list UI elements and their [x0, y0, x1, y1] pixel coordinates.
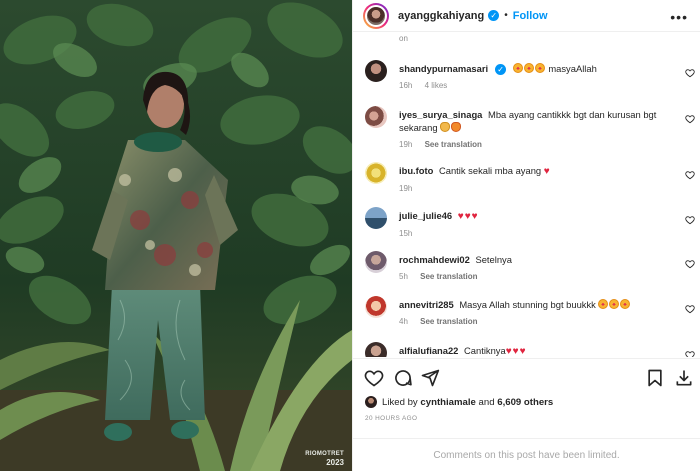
commenter-avatar[interactable]: [365, 162, 387, 184]
commenter-avatar[interactable]: [365, 296, 387, 318]
watermark-credit: RIOMOTRET: [305, 451, 344, 457]
star-struck-emoji-icon: [512, 63, 523, 73]
comments-list[interactable]: on shandypurnamasari ✓ masyaAllah 16h 4 l…: [353, 32, 700, 357]
red-heart-emoji-icon: ♥: [471, 211, 478, 222]
like-comment-heart-icon[interactable]: [685, 114, 695, 124]
comment-text: Cantik sekali mba ayang: [438, 165, 542, 176]
commenter-username[interactable]: alfialufiana22: [399, 345, 458, 356]
red-heart-emoji-icon: ♥: [543, 166, 550, 177]
photo-watermark: RIOMOTRET 2023: [305, 451, 344, 467]
truncated-comment-fragment: on: [399, 34, 408, 43]
header-separator: •: [504, 10, 508, 21]
like-comment-heart-icon[interactable]: [685, 304, 695, 314]
commenter-avatar[interactable]: [365, 342, 387, 357]
liked-by-row: Liked by cynthiamale and 6,609 others: [365, 396, 553, 408]
like-comment-heart-icon[interactable]: [685, 170, 695, 180]
comment-time: 4h: [399, 317, 408, 326]
liked-by-prefix: Liked by: [382, 396, 418, 408]
liked-by-others[interactable]: 6,609 others: [497, 397, 553, 408]
star-struck-emoji-icon: [523, 63, 534, 73]
liker-avatar[interactable]: [365, 396, 377, 408]
heart-icon[interactable]: [364, 368, 384, 388]
comment-text: Cantiknya: [464, 345, 506, 356]
comment-icon[interactable]: [393, 368, 413, 388]
comment-time: 19h: [399, 140, 413, 149]
see-translation-link[interactable]: See translation: [420, 317, 477, 326]
clap-emoji-icon: [440, 122, 451, 132]
post-side-panel: ayanggkahiyang ✓ • Follow ••• on shandyp…: [352, 0, 700, 471]
commenter-avatar[interactable]: [365, 207, 387, 229]
red-heart-emoji-icon: ♥: [512, 346, 519, 357]
instagram-post: RIOMOTRET 2023 ayanggkahiyang ✓ • Follow…: [0, 0, 700, 471]
like-comment-heart-icon[interactable]: [685, 215, 695, 225]
bookmark-icon[interactable]: [645, 368, 665, 388]
comment-time: 5h: [399, 272, 408, 281]
post-photo[interactable]: RIOMOTRET 2023: [0, 0, 352, 471]
red-heart-emoji-icon: ♥: [464, 211, 471, 222]
comment-time: 15h: [399, 229, 413, 238]
comments-limited-notice: Comments on this post have been limited.: [353, 438, 700, 471]
follow-button[interactable]: Follow: [513, 10, 548, 22]
share-icon[interactable]: [420, 368, 440, 388]
verified-badge-icon: ✓: [488, 10, 500, 21]
red-heart-emoji-icon: ♥: [519, 346, 526, 357]
comment-likes[interactable]: 4 likes: [425, 81, 448, 90]
liked-by-and: and: [478, 396, 495, 408]
post-action-bar: [353, 358, 700, 394]
like-comment-heart-icon[interactable]: [685, 350, 695, 357]
author-username[interactable]: ayanggkahiyang: [398, 10, 484, 22]
commenter-username[interactable]: iyes_surya_sinaga: [399, 109, 482, 120]
commenter-username[interactable]: shandypurnamasari: [399, 63, 488, 74]
comment-time: 16h: [399, 81, 413, 90]
comment-text: masyaAllah: [548, 63, 597, 74]
like-comment-heart-icon[interactable]: [685, 259, 695, 269]
author-avatar[interactable]: [363, 2, 389, 29]
commenter-username[interactable]: rochmahdewi02: [399, 254, 470, 265]
star-struck-emoji-icon: [598, 299, 609, 309]
like-comment-heart-icon[interactable]: [685, 68, 695, 78]
star-struck-emoji-icon: [534, 63, 545, 73]
commenter-avatar[interactable]: [365, 106, 387, 128]
comment-text: Setelnya: [475, 254, 512, 265]
see-translation-link[interactable]: See translation: [420, 272, 477, 281]
commenter-avatar[interactable]: [365, 60, 387, 82]
commenter-username[interactable]: ibu.foto: [399, 165, 433, 176]
comment-time: 19h: [399, 184, 413, 193]
star-struck-emoji-icon: [620, 299, 631, 309]
commenter-username[interactable]: julie_julie46: [399, 210, 452, 221]
download-icon[interactable]: [674, 368, 694, 388]
verified-badge-icon: ✓: [495, 64, 507, 75]
photo-illustration: [0, 0, 352, 471]
comment-text: Masya Allah stunning bgt buukkk: [459, 299, 596, 310]
more-options-icon[interactable]: •••: [670, 9, 688, 25]
liked-by-user[interactable]: cynthiamale: [420, 397, 475, 408]
watermark-year: 2023: [326, 458, 344, 467]
star-struck-emoji-icon: [609, 299, 620, 309]
commenter-username[interactable]: annevitri285: [399, 299, 454, 310]
commenter-avatar[interactable]: [365, 251, 387, 273]
red-heart-emoji-icon: ♥: [505, 346, 512, 357]
fire-emoji-icon: [451, 122, 462, 132]
red-heart-emoji-icon: ♥: [457, 211, 464, 222]
post-header: ayanggkahiyang ✓ • Follow •••: [353, 0, 700, 32]
post-timestamp[interactable]: 20 HOURS AGO: [365, 415, 417, 422]
see-translation-link[interactable]: See translation: [425, 140, 482, 149]
